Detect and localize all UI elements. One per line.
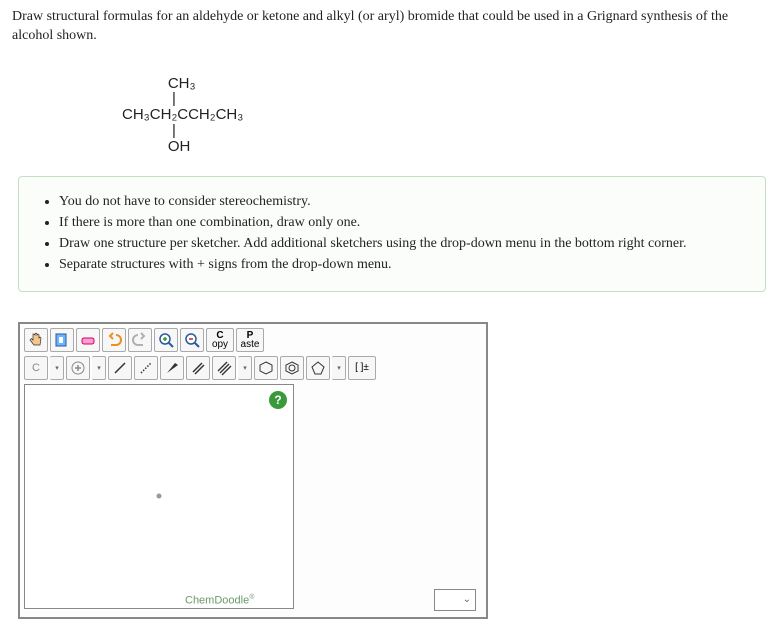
zoom-in-button[interactable] (154, 328, 178, 352)
element-picker-dropdown[interactable] (50, 356, 64, 380)
target-molecule: CH₃ | CH₃CH₂CCH₂CH₃ | OH (122, 60, 772, 155)
question-text: Draw structural formulas for an aldehyde… (12, 8, 772, 46)
cyclopentane-tool[interactable] (306, 356, 330, 380)
eraser-tool[interactable] (76, 328, 100, 352)
cyclohexane-tool[interactable] (254, 356, 278, 380)
double-bond-tool[interactable] (186, 356, 210, 380)
hint-item: You do not have to consider stereochemis… (59, 193, 745, 212)
hints-panel: You do not have to consider stereochemis… (18, 176, 766, 292)
paste-button[interactable]: P aste (236, 328, 264, 352)
add-tool[interactable] (66, 356, 90, 380)
toolbar-bottom: C [ ]± (24, 356, 482, 380)
bond-dropdown[interactable] (238, 356, 252, 380)
triple-bond-tool[interactable] (212, 356, 236, 380)
copy-button[interactable]: C opy (206, 328, 234, 352)
hint-item: Draw one structure per sketcher. Add add… (59, 235, 745, 254)
single-bond-tool[interactable] (108, 356, 132, 380)
hint-item: Separate structures with + signs from th… (59, 256, 745, 275)
undo-button[interactable] (102, 328, 126, 352)
element-picker[interactable]: C (24, 356, 48, 380)
redo-button[interactable] (128, 328, 152, 352)
add-tool-dropdown[interactable] (92, 356, 106, 380)
help-icon[interactable]: ? (269, 391, 287, 409)
ring-dropdown[interactable] (332, 356, 346, 380)
hint-item: If there is more than one combination, d… (59, 214, 745, 233)
sketcher-panel: C opy P aste C (18, 322, 488, 619)
atom-placeholder-icon (157, 494, 162, 499)
drawing-canvas[interactable]: ? (24, 384, 294, 609)
dotted-bond-tool[interactable] (134, 356, 158, 380)
brand-label: ChemDoodle® (185, 594, 254, 607)
toolbar-top: C opy P aste (24, 328, 482, 352)
charges-tool[interactable]: [ ]± (348, 356, 376, 380)
add-sketcher-dropdown[interactable]: ⌄ (434, 589, 476, 611)
hand-tool[interactable] (24, 328, 48, 352)
marquee-tool[interactable] (50, 328, 74, 352)
zoom-out-button[interactable] (180, 328, 204, 352)
benzene-tool[interactable] (280, 356, 304, 380)
wedge-bond-tool[interactable] (160, 356, 184, 380)
